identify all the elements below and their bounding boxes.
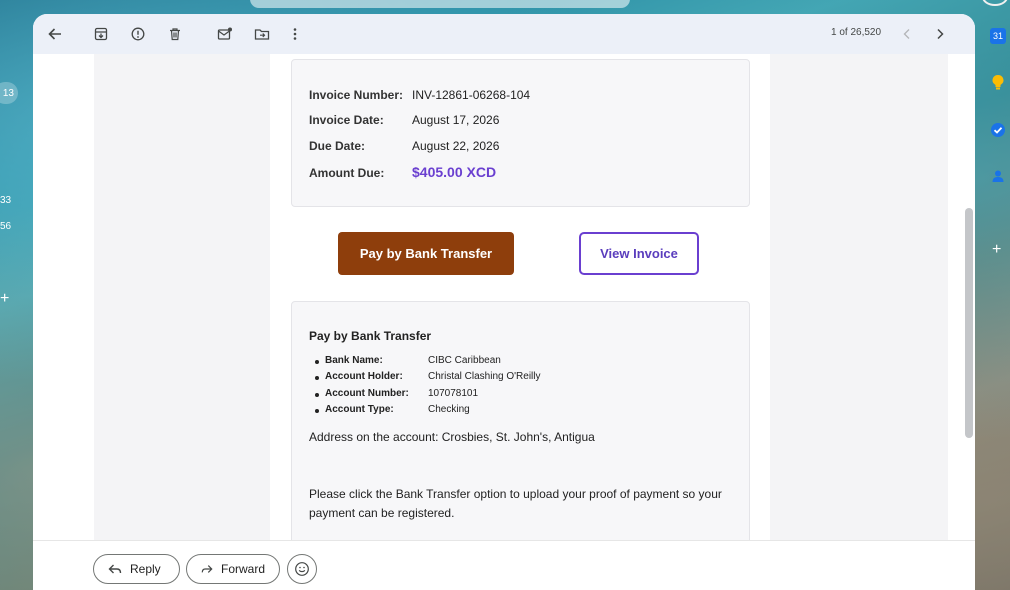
mail-window: 1 of 26,520 Invoice Number: INV-12861-06… (33, 14, 975, 590)
view-invoice-button[interactable]: View Invoice (579, 232, 699, 275)
forward-button[interactable]: Forward (186, 554, 280, 584)
due-date-label: Due Date: (309, 139, 366, 153)
bank-transfer-card: Pay by Bank Transfer Bank Name: CIBC Cari… (291, 301, 750, 551)
forward-label: Forward (220, 562, 265, 576)
list-item: Account Number: 107078101 (315, 387, 478, 404)
calendar-icon[interactable]: 31 (990, 28, 1006, 44)
newer-chevron-icon[interactable] (897, 24, 917, 44)
browser-address-bar-edge (250, 0, 630, 8)
amount-due-label: Amount Due: (309, 166, 385, 180)
bank-name-value: CIBC Caribbean (428, 355, 501, 366)
reply-arrow-icon (108, 564, 122, 574)
delete-icon[interactable] (165, 24, 185, 44)
list-item: Bank Name: CIBC Caribbean (315, 355, 501, 371)
scrollbar-thumb[interactable] (965, 208, 973, 438)
back-arrow-icon[interactable] (45, 24, 65, 44)
account-number-value: 107078101 (428, 387, 479, 399)
archive-icon[interactable] (91, 24, 111, 44)
amount-due-value: $405.00 XCD (412, 164, 497, 180)
message-pager-count: 1 of 26,520 (831, 27, 882, 38)
invoice-date-value: August 17, 2026 (412, 113, 500, 127)
calendar-day: 31 (992, 31, 1003, 41)
amount-due-row: Amount Due: $405.00 XCD (309, 164, 496, 180)
more-options-icon[interactable] (285, 24, 305, 44)
get-addons-icon[interactable]: + (992, 241, 1001, 259)
account-holder-label: Account Holder: (325, 371, 403, 383)
forward-arrow-icon (201, 565, 213, 573)
reply-button[interactable]: Reply (93, 554, 180, 584)
tasks-icon[interactable] (990, 122, 1006, 138)
message-toolbar: 1 of 26,520 (33, 14, 975, 54)
mark-unread-icon[interactable] (215, 24, 235, 44)
invoice-details-card: Invoice Number: INV-12861-06268-104 Invo… (291, 59, 750, 207)
invoice-date-label: Invoice Date: (309, 113, 384, 127)
account-type-value: Checking (428, 403, 470, 415)
pay-by-bank-transfer-button[interactable]: Pay by Bank Transfer (338, 232, 514, 275)
side-panel: 31 + (976, 0, 1010, 590)
bank-transfer-title: Pay by Bank Transfer (309, 329, 432, 343)
move-to-icon[interactable] (252, 24, 272, 44)
account-holder-value: Christal Clashing O'Reilly (428, 371, 541, 383)
due-date-row: Due Date: August 22, 2026 (309, 139, 499, 153)
account-number-label: Account Number: (325, 387, 409, 399)
emoji-reaction-button[interactable] (287, 554, 317, 584)
inbox-count-badge[interactable]: 13 (0, 82, 18, 104)
bank-name-label: Bank Name: (325, 355, 383, 366)
inbox-count: 13 (2, 87, 14, 99)
label-count: 56 (0, 221, 12, 232)
bank-details-list: Bank Name: CIBC Caribbean Account Holder:… (315, 355, 541, 420)
add-label-icon[interactable]: + (0, 290, 9, 308)
reply-label: Reply (130, 562, 161, 576)
older-chevron-icon[interactable] (930, 24, 950, 44)
account-address: Address on the account: Crosbies, St. Jo… (309, 430, 595, 444)
label-count: 33 (0, 195, 12, 206)
left-rail: 13 33 56 + (0, 0, 32, 590)
keep-icon[interactable] (990, 74, 1006, 90)
report-spam-icon[interactable] (128, 24, 148, 44)
reply-bar: Reply Forward (33, 540, 975, 590)
account-type-label: Account Type: (325, 403, 394, 415)
contacts-icon[interactable] (990, 168, 1006, 184)
smiley-icon (295, 562, 309, 576)
invoice-number-value: INV-12861-06268-104 (412, 88, 531, 102)
message-body: Invoice Number: INV-12861-06268-104 Invo… (33, 54, 975, 551)
due-date-value: August 22, 2026 (412, 139, 500, 153)
invoice-date-row: Invoice Date: August 17, 2026 (309, 113, 499, 127)
invoice-number-row: Invoice Number: INV-12861-06268-104 (309, 88, 530, 102)
upload-proof-instruction: Please click the Bank Transfer option to… (309, 487, 722, 520)
list-item: Account Holder: Christal Clashing O'Reill… (315, 371, 541, 387)
list-item: Account Type: Checking (315, 403, 470, 420)
invoice-number-label: Invoice Number: (309, 88, 404, 102)
